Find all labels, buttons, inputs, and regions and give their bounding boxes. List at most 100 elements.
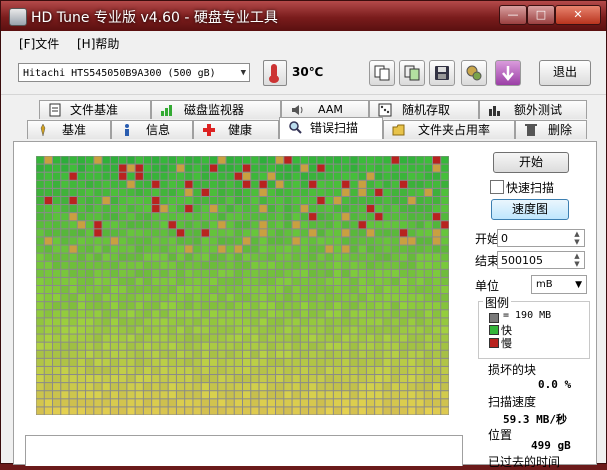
scan-block [366,318,375,326]
scan-block [61,261,69,269]
scan-block [69,286,77,294]
scan-block [317,310,325,318]
scan-block [243,342,251,350]
drive-select[interactable]: Hitachi HTS545050B9A300 (500 gB) ▼ [18,63,250,82]
scan-block [110,253,119,261]
scan-block [94,205,102,213]
scan-block [325,253,333,261]
spinner-arrows-icon[interactable]: ▲ ▼ [571,230,583,246]
scan-block [135,334,143,342]
menu-file[interactable]: [F]文件 [19,35,59,52]
scan-block [342,318,350,326]
scan-block [358,229,366,237]
scan-block [325,261,333,269]
scan-block [383,302,391,310]
scan-block [185,164,193,172]
tab-folder-usage[interactable]: 文件夹占用率 [383,120,515,139]
scan-block [86,156,94,164]
scan-grid [36,156,449,415]
tab-error-scan[interactable]: 错误扫描 [279,117,383,139]
scan-block [143,350,152,358]
tab-extra-tests[interactable]: 额外测试 [479,100,587,119]
scan-block [176,188,185,196]
scan-block [399,172,408,180]
scan-block [168,334,176,342]
scan-block [152,399,160,407]
end-position-input[interactable]: 500105 ▲ ▼ [497,251,585,269]
close-button[interactable]: ✕ [555,5,601,25]
scan-block [309,358,317,366]
tab-file-benchmark[interactable]: 文件基准 [39,100,151,119]
scan-block [317,358,325,366]
scan-block [94,229,102,237]
download-button[interactable] [495,60,521,86]
scan-block [350,375,358,383]
scan-block [309,245,317,253]
scan-block [168,407,176,415]
copy-image-button[interactable] [399,60,425,86]
random-access-icon [378,103,392,117]
spinner-arrows-icon[interactable]: ▲ ▼ [571,252,583,268]
scan-block [36,375,44,383]
scan-block [424,294,432,302]
options-button[interactable] [461,60,487,86]
tab-health[interactable]: 健康 [193,120,279,139]
scan-block [69,310,77,318]
scan-block [358,188,366,196]
title-bar[interactable]: HD Tune 专业版 v4.60 - 硬盘专业工具 — □ ✕ [1,1,606,31]
start-position-input[interactable]: 0 ▲ ▼ [497,229,585,247]
scan-block [366,407,375,415]
minimize-button[interactable]: — [499,5,527,25]
scan-block [119,391,127,399]
tab-random-access[interactable]: 随机存取 [369,100,479,119]
scan-block [441,318,449,326]
scan-block [77,366,86,375]
scan-block [375,253,383,261]
exit-button[interactable]: 退出 [539,60,591,86]
scan-block [152,326,160,334]
scan-block [218,383,226,391]
scan-block [350,205,358,213]
scan-block [69,253,77,261]
scan-block [350,326,358,334]
scan-block [292,318,300,326]
save-button[interactable] [429,60,455,86]
scan-block [358,302,366,310]
scan-block [317,261,325,269]
scan-block [432,229,441,237]
scan-block [300,245,309,253]
scan-block [185,269,193,277]
scan-block [119,407,127,415]
scan-block [143,277,152,285]
tab-info[interactable]: 信息 [111,120,193,139]
scan-block [127,375,135,383]
scan-block [317,294,325,302]
menu-help[interactable]: [H]帮助 [77,35,119,52]
scan-block [292,286,300,294]
scan-block [135,261,143,269]
tab-benchmark[interactable]: 基准 [27,120,111,139]
scan-block [391,375,399,383]
quick-scan-checkbox[interactable] [490,180,504,194]
scan-block [309,269,317,277]
scan-block [399,237,408,245]
copy-text-button[interactable] [369,60,395,86]
unit-select[interactable]: mB ▼ [531,275,587,294]
scan-block [259,383,267,391]
scan-block [292,391,300,399]
start-scan-button[interactable]: 开始 [493,152,569,173]
tab-disk-monitor[interactable]: 磁盘监视器 [151,100,281,119]
scan-block [176,310,185,318]
options-wrench-icon [466,65,482,81]
scan-block [259,213,267,221]
scan-block [168,366,176,375]
scan-block [234,358,242,366]
scan-block [102,294,110,302]
scan-block [333,253,342,261]
scan-block [424,350,432,358]
scan-block [86,164,94,172]
scan-block [350,245,358,253]
tab-erase[interactable]: 删除 [515,120,587,139]
maximize-button[interactable]: □ [527,5,555,25]
speed-map-button[interactable]: 速度图 [491,199,569,220]
